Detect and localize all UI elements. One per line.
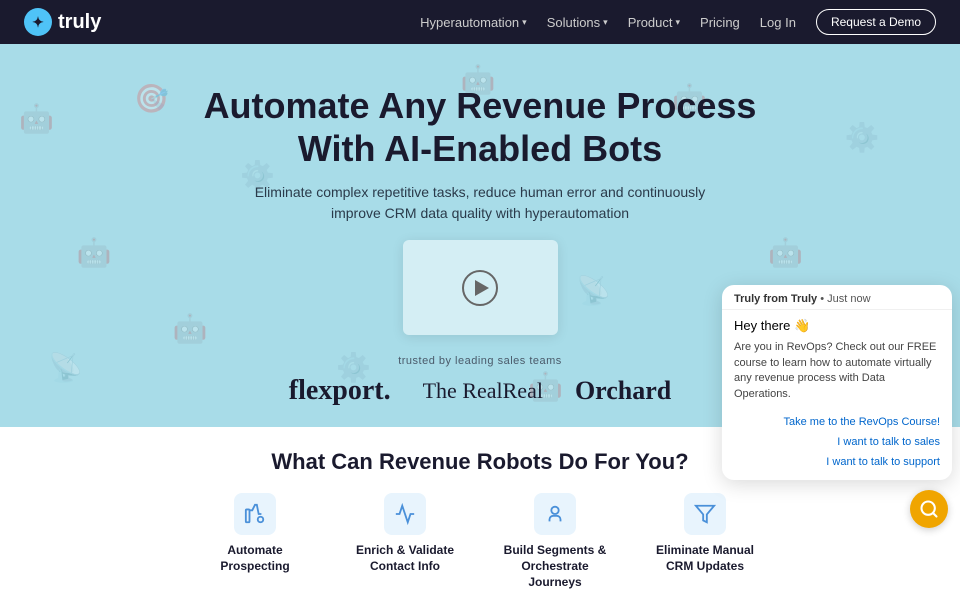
eliminate-crm-icon: [684, 493, 726, 535]
chat-action-sales[interactable]: I want to talk to sales: [734, 434, 940, 450]
video-preview[interactable]: [403, 240, 558, 335]
nav-solutions[interactable]: Solutions ▾: [547, 15, 608, 30]
play-icon: [475, 280, 489, 296]
orchard-logo: Orchard: [575, 376, 671, 406]
play-button[interactable]: [462, 270, 498, 306]
hero-subtitle: Eliminate complex repetitive tasks, redu…: [20, 182, 940, 224]
chevron-down-icon: ▾: [676, 17, 681, 28]
logo-icon: ✦: [24, 8, 52, 36]
nav-login[interactable]: Log In: [760, 15, 796, 30]
chat-header: Truly from Truly • Just now: [722, 285, 952, 310]
chat-greeting: Hey there 👋: [734, 318, 940, 334]
nav-hyperautomation-label: Hyperautomation: [420, 15, 519, 30]
chevron-down-icon: ▾: [603, 17, 608, 28]
chat-message: Are you in RevOps? Check out our FREE co…: [734, 340, 940, 402]
flexport-logo: flexport.: [289, 375, 391, 407]
chat-action-revops[interactable]: Take me to the RevOps Course!: [734, 414, 940, 430]
automate-prospecting-icon: [234, 493, 276, 535]
nav-product[interactable]: Product ▾: [628, 15, 680, 30]
chat-widget: Truly from Truly • Just now Hey there 👋 …: [722, 285, 952, 480]
chat-action-support[interactable]: I want to talk to support: [734, 454, 940, 470]
logo[interactable]: ✦ truly: [24, 8, 101, 36]
navbar-nav: Hyperautomation ▾ Solutions ▾ Product ▾ …: [420, 9, 936, 35]
build-segments-icon: [534, 493, 576, 535]
hero-title-line1: Automate Any Revenue Process: [204, 85, 757, 126]
features-row: AutomateProspecting Enrich & ValidateCon…: [40, 493, 920, 590]
feature-build-segments[interactable]: Build Segments &Orchestrate Journeys: [500, 493, 610, 590]
feature-eliminate-crm[interactable]: Eliminate ManualCRM Updates: [650, 493, 760, 590]
logo-text: truly: [58, 11, 101, 34]
eliminate-crm-label: Eliminate ManualCRM Updates: [656, 543, 754, 574]
feature-enrich-validate[interactable]: Enrich & ValidateContact Info: [350, 493, 460, 590]
chat-body: Hey there 👋 Are you in RevOps? Check out…: [722, 310, 952, 410]
build-segments-label: Build Segments &Orchestrate Journeys: [500, 543, 610, 590]
navbar: ✦ truly Hyperautomation ▾ Solutions ▾ Pr…: [0, 0, 960, 44]
hero-title: Automate Any Revenue Process With AI-Ena…: [20, 84, 940, 170]
nav-solutions-label: Solutions: [547, 15, 600, 30]
nav-hyperautomation[interactable]: Hyperautomation ▾: [420, 15, 527, 30]
hero-title-line2: With AI-Enabled Bots: [298, 128, 662, 169]
enrich-validate-label: Enrich & ValidateContact Info: [356, 543, 454, 574]
enrich-validate-icon: [384, 493, 426, 535]
nav-product-label: Product: [628, 15, 673, 30]
chevron-down-icon: ▾: [522, 17, 527, 28]
chat-sender-name: Truly from Truly: [734, 293, 817, 305]
nav-pricing-label: Pricing: [700, 15, 740, 30]
feature-automate-prospecting[interactable]: AutomateProspecting: [200, 493, 310, 590]
chat-open-button[interactable]: [910, 490, 948, 528]
nav-pricing[interactable]: Pricing: [700, 15, 740, 30]
therealreal-logo: The RealReal: [423, 378, 543, 404]
chat-timestamp: • Just now: [820, 293, 870, 305]
request-demo-button[interactable]: Request a Demo: [816, 9, 936, 35]
chat-actions: Take me to the RevOps Course! I want to …: [722, 410, 952, 480]
automate-prospecting-label: AutomateProspecting: [220, 543, 289, 574]
